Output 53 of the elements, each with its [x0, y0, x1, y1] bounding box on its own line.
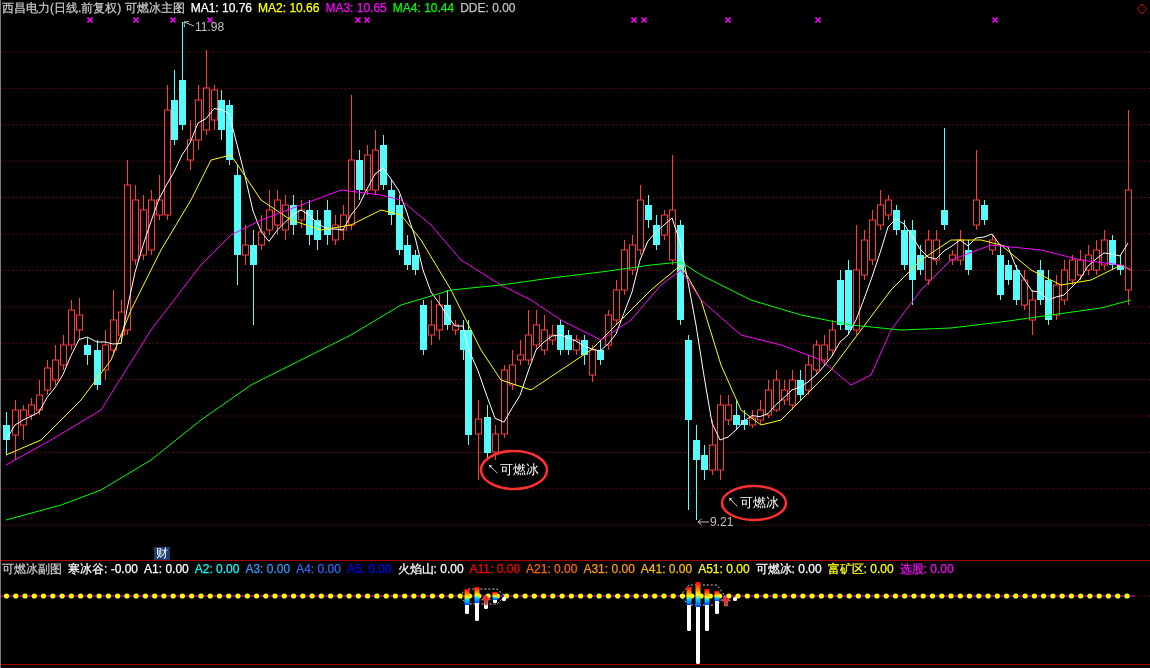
cross-marker-icon [86, 16, 94, 24]
price-label: 11.98 [195, 20, 225, 34]
chart-title: 可燃冰副图 [2, 561, 62, 577]
cross-marker-icon [814, 16, 822, 24]
arrow-icon [183, 21, 195, 28]
heat-bar [714, 591, 720, 601]
price-label: 9.21 [710, 515, 734, 529]
signal-bar [733, 597, 737, 601]
indicator-value: 富矿区: 0.00 [827, 561, 894, 577]
chart-title: 西昌电力(日线.前复权) 可燃冰主图 [2, 0, 185, 16]
heat-bar [474, 587, 480, 603]
heat-bar [464, 589, 470, 605]
signal-ellipse [479, 449, 549, 491]
indicator-value: A4: 0.00 [296, 561, 341, 577]
indicator-value: A41: 0.00 [640, 561, 693, 577]
indicator-value: 寒冰谷: -0.00 [68, 561, 139, 577]
cross-marker-icon [640, 16, 648, 24]
signal-bar [502, 597, 506, 601]
cross-marker-icon [630, 16, 638, 24]
indicator-value: MA2: 10.66 [258, 0, 320, 16]
heat-bar [695, 582, 701, 607]
heat-bar [686, 587, 692, 605]
cross-marker-icon [132, 16, 140, 24]
signal-label: ↖可燃冰 [487, 463, 539, 477]
indicator-value: DDE: 0.00 [460, 0, 516, 16]
diamond-icon [1137, 3, 1147, 15]
indicator-value: 可燃冰: 0.00 [755, 561, 822, 577]
indicator-value: A3: 0.00 [245, 561, 291, 577]
indicator-value: A5: 0.00 [346, 561, 392, 577]
indicator-value: A51: 0.00 [698, 561, 750, 577]
indicator-value: 火焰山: 0.00 [397, 561, 464, 577]
indicator-value: MA3: 10.65 [325, 0, 387, 16]
cross-marker-icon [724, 16, 732, 24]
indicator-value: A31: 0.00 [583, 561, 635, 577]
dashed-outline [679, 584, 726, 606]
cross-marker-icon [169, 16, 177, 24]
heat-bar [492, 592, 498, 600]
up-arrow-icon [481, 594, 491, 606]
cross-marker-icon [991, 16, 999, 24]
indicator-value: A2: 0.00 [194, 561, 240, 577]
cross-marker-icon [206, 16, 214, 24]
arrow-icon [697, 518, 710, 526]
indicator-value: MA4: 10.44 [392, 0, 455, 16]
indicator-value: A21: 0.00 [526, 561, 578, 577]
indicator-value: A11: 0.00 [469, 561, 521, 577]
indicator-value: 选股: 0.00 [899, 561, 954, 577]
indicator-value: A1: 0.00 [144, 561, 189, 577]
dashed-outline [458, 588, 506, 605]
indicator-value: MA1: 10.76 [190, 0, 253, 16]
heat-bar [704, 589, 710, 605]
up-arrow-icon [721, 595, 731, 607]
event-tag: 财 [154, 547, 170, 560]
signal-label: ↖可燃冰 [727, 496, 779, 510]
